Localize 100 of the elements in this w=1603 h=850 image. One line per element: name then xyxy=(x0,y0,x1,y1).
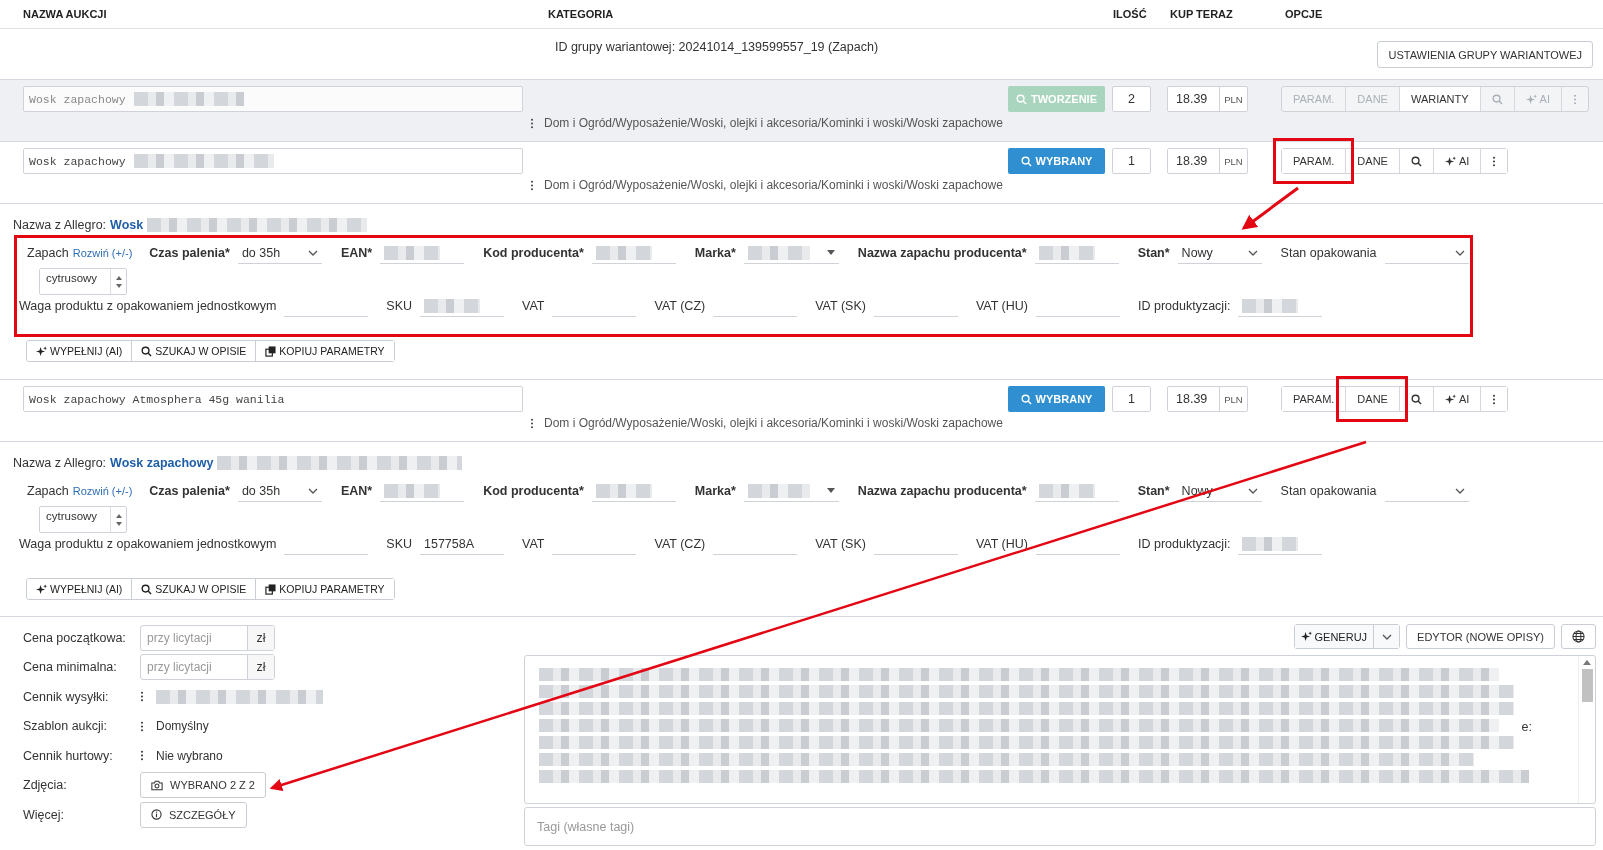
field-label: VAT xyxy=(522,537,545,551)
variant-group-id: ID grupy wariantowej: 20241014_139599557_19 (Zapach) xyxy=(554,40,879,56)
field-label: Stan opakowania xyxy=(1280,246,1377,260)
allegro-name-label: Nazwa z Allegro: xyxy=(13,456,107,470)
field-label: Marka* xyxy=(694,246,736,260)
price-input[interactable]: przy licytacji xyxy=(141,655,247,680)
field-label: Stan* xyxy=(1137,484,1170,498)
group-settings-button[interactable]: USTAWIENIA GRUPY WARIANTOWEJ xyxy=(1377,41,1593,68)
field-label: Marka* xyxy=(694,484,736,498)
more-button[interactable] xyxy=(1480,149,1508,173)
editor-button[interactable]: EDYTOR (NOWE OPISY) xyxy=(1406,624,1555,649)
field-label: Waga produktu z opakowaniem jednostkowym xyxy=(19,537,277,551)
sparkle-icon xyxy=(1444,393,1456,405)
select-field[interactable]: do 35h xyxy=(237,242,322,264)
column-header: NAZWA AUKCJI xyxy=(22,8,108,20)
tags-field[interactable]: Tagi (własne tagi) xyxy=(524,807,1596,846)
search-icon xyxy=(1020,155,1032,167)
field-label: ID produktyzacji: xyxy=(1138,537,1231,551)
field-label: Cena początkowa: xyxy=(23,630,127,645)
field-label: VAT (CZ) xyxy=(654,299,706,313)
generate-split-button[interactable]: GENERUJ xyxy=(1293,624,1401,649)
field-label: VAT xyxy=(522,299,545,313)
field-label: Czas palenia* xyxy=(149,484,230,498)
input-field[interactable]: 157758A xyxy=(420,533,504,555)
chevron-down-icon xyxy=(1454,249,1465,256)
price-input[interactable]: przy licytacji xyxy=(141,625,247,650)
language-button[interactable] xyxy=(1561,624,1596,649)
details-button[interactable]: SZCZEGÓŁY xyxy=(140,801,247,828)
scrollbar-thumb[interactable] xyxy=(1581,669,1593,702)
title-input[interactable]: Wosk zapachowy Atmosphera 45g wanilia xyxy=(23,386,523,412)
field-label: Czas palenia* xyxy=(149,246,230,260)
field-label: Nazwa zapachu producenta* xyxy=(857,246,1027,260)
copy-icon xyxy=(265,345,277,357)
title-input[interactable]: Wosk zapachowy xyxy=(23,86,523,112)
expand-link[interactable]: Rozwiń (+/-) xyxy=(72,485,133,497)
category-path[interactable]: Dom i Ogród/Wyposażenie/Woski, olejki i akcesoria/Kominki i woski/Woski zapachowe xyxy=(544,416,1003,430)
more-icon xyxy=(530,179,534,191)
field-label: Cennik hurtowy: xyxy=(23,748,114,763)
allegro-name: Wosk xyxy=(110,218,144,232)
field-label: Kod producenta* xyxy=(483,246,584,260)
more-icon xyxy=(140,691,144,703)
photos-button[interactable]: WYBRANO 2 Z 2 xyxy=(140,772,266,799)
field-label: Zdjęcia: xyxy=(23,778,68,793)
field-label: Zapach xyxy=(27,246,69,260)
field-label: ID produktyzacji: xyxy=(1138,299,1231,313)
category-path[interactable]: Dom i Ogród/Wyposażenie/Woski, olejki i akcesoria/Kominki i woski/Woski zapachowe xyxy=(544,178,1003,192)
chevron-down-icon xyxy=(1454,487,1465,494)
price-field[interactable]: 18.39 PLN xyxy=(1167,386,1248,412)
field-label: Stan opakowania xyxy=(1280,484,1377,498)
action-button[interactable]: KOPIUJ PARAMETRY xyxy=(255,579,394,599)
field-value[interactable]: Domyślny xyxy=(156,719,209,734)
field-label: SKU xyxy=(386,537,412,551)
search-icon xyxy=(1016,93,1027,105)
status-button[interactable]: WYBRANY xyxy=(1008,386,1105,412)
more-icon xyxy=(1492,155,1497,167)
field-label: SKU xyxy=(386,299,412,313)
field-label: Szablon aukcji: xyxy=(23,719,109,734)
field-label: VAT (SK) xyxy=(815,299,866,313)
price-field[interactable]: przy licytacji zł xyxy=(140,624,275,651)
category-path[interactable]: Dom i Ogród/Wyposażenie/Woski, olejki i akcesoria/Kominki i woski/Woski zapachowe xyxy=(544,116,1003,130)
option-button[interactable]: WARIANTY xyxy=(1398,87,1480,111)
field-label: VAT (HU) xyxy=(975,537,1028,551)
select-field[interactable]: Nowy xyxy=(1177,242,1262,264)
search-icon xyxy=(1491,93,1503,105)
chevron-down-icon xyxy=(1247,487,1258,494)
quantity-field[interactable]: 1 xyxy=(1112,386,1151,412)
dropdown-triangle-icon xyxy=(826,488,835,493)
title-input[interactable]: Wosk zapachowy xyxy=(23,148,523,174)
info-icon xyxy=(151,809,162,821)
expand-link[interactable]: Rozwiń (+/-) xyxy=(72,247,133,259)
dropdown-triangle-icon xyxy=(826,250,835,255)
price-field[interactable]: 18.39 PLN xyxy=(1167,86,1248,112)
action-button[interactable]: KOPIUJ PARAMETRY xyxy=(255,341,394,361)
chevron-down-icon xyxy=(1247,249,1258,256)
field-value[interactable]: Nie wybrano xyxy=(156,748,223,763)
currency-addon: zł xyxy=(247,655,274,680)
chevron-down-icon xyxy=(307,487,318,494)
search-icon xyxy=(1410,155,1422,167)
field-label: VAT (SK) xyxy=(815,537,866,551)
field-label: Stan* xyxy=(1137,246,1170,260)
sparkle-icon xyxy=(36,345,47,357)
status-button[interactable]: WYBRANY xyxy=(1008,148,1105,174)
description-editor[interactable]: e: xyxy=(524,655,1596,804)
field-label: Nazwa zapachu producenta* xyxy=(857,484,1027,498)
sparkle-icon xyxy=(36,583,47,595)
sparkle-icon xyxy=(1300,631,1312,642)
select-field[interactable]: do 35h xyxy=(237,480,322,502)
annotation-arrow xyxy=(1241,186,1299,230)
listbox[interactable]: cytrusowy xyxy=(39,268,127,295)
field-label: Cennik wysyłki: xyxy=(23,689,110,704)
price-field[interactable]: 18.39 PLN xyxy=(1167,148,1248,174)
more-button[interactable] xyxy=(1480,387,1508,411)
chevron-down-icon xyxy=(307,249,318,256)
quantity-field[interactable]: 1 xyxy=(1112,148,1151,174)
more-icon xyxy=(530,117,534,129)
listbox[interactable]: cytrusowy xyxy=(39,506,127,533)
field-label: Cena minimalna: xyxy=(23,660,118,675)
price-field[interactable]: przy licytacji zł xyxy=(140,654,275,681)
column-header: KUP TERAZ xyxy=(1170,8,1234,20)
quantity-field[interactable]: 2 xyxy=(1112,86,1151,112)
